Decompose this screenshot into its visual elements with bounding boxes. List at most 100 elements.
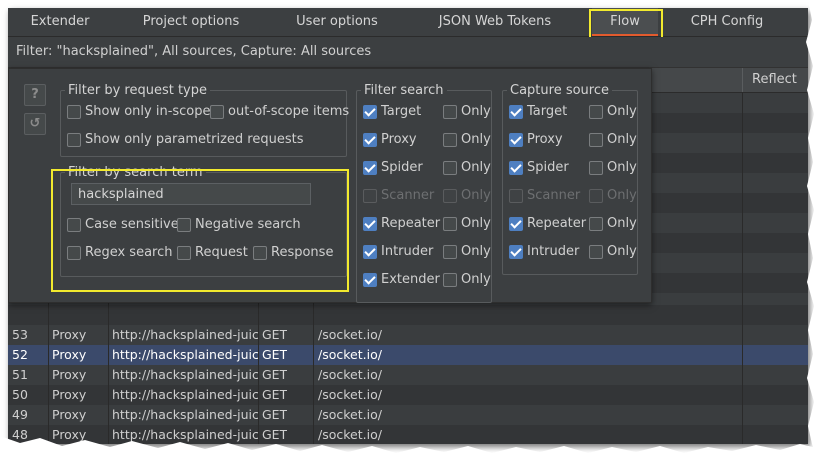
row-source: Proxy: [52, 327, 87, 342]
checkbox-box[interactable]: [443, 105, 457, 119]
filter-intruder-label: Intruder: [381, 244, 434, 259]
table-row[interactable]: 48 Proxy http://hacksplained-juic... GET…: [8, 425, 808, 444]
row-number: 52: [12, 347, 28, 362]
checkbox-box[interactable]: [67, 133, 81, 147]
checkbox-box[interactable]: [363, 161, 377, 175]
row-number: 50: [12, 387, 28, 402]
checkbox-box[interactable]: [509, 189, 523, 203]
checkbox-box[interactable]: [177, 246, 191, 260]
help-icon[interactable]: ?: [24, 84, 46, 106]
row-method: GET: [262, 427, 288, 442]
checkbox-box[interactable]: [509, 133, 523, 147]
tab-bar: Extender Project options User options JS…: [8, 8, 808, 37]
tab-user-options[interactable]: User options: [270, 8, 404, 36]
filter-summary-bar[interactable]: Filter: "hacksplained", All sources, Cap…: [8, 37, 808, 68]
checkbox-box[interactable]: [443, 161, 457, 175]
checkbox-box[interactable]: [509, 245, 523, 259]
row-method: GET: [262, 327, 288, 342]
burp-window: Extender Project options User options JS…: [8, 8, 808, 444]
table-row[interactable]: 50 Proxy http://hacksplained-juic... GET…: [8, 385, 808, 405]
checkbox-box[interactable]: [67, 218, 81, 232]
regex-search-label: Regex search: [85, 245, 173, 260]
parametrized-label: Show only parametrized requests: [85, 132, 304, 147]
checkbox-box[interactable]: [509, 105, 523, 119]
checkbox-box[interactable]: [589, 105, 603, 119]
filter-proxy-label: Proxy: [381, 132, 417, 147]
tab-flow[interactable]: Flow: [592, 8, 658, 36]
tab-extender[interactable]: Extender: [8, 8, 112, 36]
row-source: Proxy: [52, 387, 87, 402]
capture-repeater-label: Repeater: [527, 216, 587, 231]
row-host: http://hacksplained-juic...: [112, 407, 260, 422]
checkbox-box[interactable]: [509, 161, 523, 175]
capture-spider-label: Spider: [527, 160, 569, 175]
row-host: http://hacksplained-juic...: [112, 427, 260, 442]
filter-spider-label: Spider: [381, 160, 423, 175]
table-row[interactable]: 51 Proxy http://hacksplained-juic... GET…: [8, 365, 808, 385]
capture-source-title: Capture source: [510, 83, 609, 98]
table-row[interactable]: 49 Proxy http://hacksplained-juic... GET…: [8, 405, 808, 425]
checkbox-box[interactable]: [443, 189, 457, 203]
filter-scanner-label: Scanner: [381, 188, 435, 203]
checkbox-box[interactable]: [589, 133, 603, 147]
capture-proxy-label: Proxy: [527, 132, 563, 147]
checkbox-box[interactable]: [443, 245, 457, 259]
row-source: Proxy: [52, 407, 87, 422]
row-host: http://hacksplained-juic...: [112, 367, 260, 382]
row-path: /socket.io/: [318, 387, 382, 402]
only-label: Only: [461, 272, 491, 287]
row-source: Proxy: [52, 367, 87, 382]
checkbox-box[interactable]: [589, 217, 603, 231]
only-label: Only: [461, 244, 491, 259]
filter-popup: ? ↺ Filter by request type Show only in-…: [8, 68, 652, 303]
search-term-title: Filter by search term: [68, 165, 203, 180]
only-label: Only: [607, 216, 637, 231]
filter-extender-label: Extender: [381, 272, 440, 287]
checkbox-box[interactable]: [363, 273, 377, 287]
tab-json-web-tokens[interactable]: JSON Web Tokens: [404, 8, 586, 36]
row-method: GET: [262, 387, 288, 402]
row-number: 48: [12, 427, 28, 442]
checkbox-box[interactable]: [443, 273, 457, 287]
checkbox-box[interactable]: [67, 105, 81, 119]
capture-intruder-label: Intruder: [527, 244, 580, 259]
checkbox-box[interactable]: [210, 105, 224, 119]
row-number: 51: [12, 367, 28, 382]
tab-project-options[interactable]: Project options: [112, 8, 270, 36]
checkbox-box[interactable]: [443, 217, 457, 231]
row-host: http://hacksplained-juic...: [112, 387, 260, 402]
table-row[interactable]: [8, 305, 808, 325]
tab-cph-config[interactable]: CPH Config: [660, 8, 794, 36]
only-label: Only: [461, 132, 491, 147]
reset-icon[interactable]: ↺: [24, 113, 46, 135]
checkbox-box[interactable]: [589, 245, 603, 259]
checkbox-box[interactable]: [67, 246, 81, 260]
checkbox-box[interactable]: [363, 133, 377, 147]
checkbox-box[interactable]: [589, 189, 603, 203]
row-path: /socket.io/: [318, 367, 382, 382]
response-label: Response: [271, 245, 334, 260]
only-label: Only: [607, 244, 637, 259]
checkbox-box[interactable]: [363, 217, 377, 231]
checkbox-box[interactable]: [363, 105, 377, 119]
row-path: /socket.io/: [318, 427, 382, 442]
table-row-selected[interactable]: 52 Proxy http://hacksplained-juic... GET…: [8, 345, 808, 365]
checkbox-box[interactable]: [253, 246, 267, 260]
column-header-reflect[interactable]: Reflect: [742, 68, 808, 92]
checkbox-box[interactable]: [589, 161, 603, 175]
checkbox-box[interactable]: [363, 245, 377, 259]
row-host: http://hacksplained-juic...: [112, 327, 260, 342]
checkbox-box[interactable]: [443, 133, 457, 147]
row-path: /socket.io/: [318, 347, 382, 362]
row-method: GET: [262, 367, 288, 382]
capture-target-label: Target: [527, 104, 568, 119]
only-label: Only: [461, 160, 491, 175]
filter-repeater-label: Repeater: [381, 216, 441, 231]
checkbox-box[interactable]: [363, 189, 377, 203]
filter-search-group: Filter search Target Only Proxy Only Spi…: [356, 83, 492, 303]
checkbox-box[interactable]: [177, 218, 191, 232]
checkbox-box[interactable]: [509, 217, 523, 231]
capture-scanner-label: Scanner: [527, 188, 581, 203]
table-row[interactable]: 53 Proxy http://hacksplained-juic... GET…: [8, 325, 808, 345]
search-term-input[interactable]: hacksplained: [71, 183, 311, 205]
